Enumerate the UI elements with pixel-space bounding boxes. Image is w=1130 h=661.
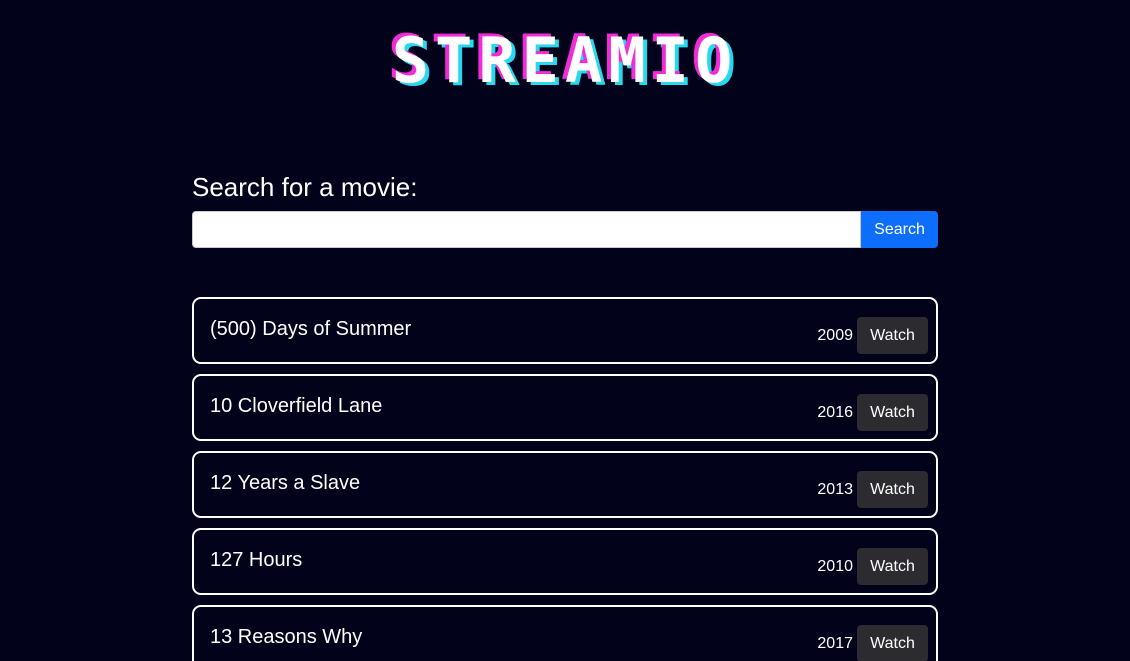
movie-title: 12 Years a Slave [210,472,361,494]
search-input[interactable] [192,211,861,248]
movie-card: 127 Hours 2010 Watch [192,528,938,595]
page: STREAMIO Search for a movie: Search (500… [0,0,1130,661]
movie-title: 10 Cloverfield Lane [210,395,383,417]
watch-button[interactable]: Watch [857,471,928,508]
watch-button[interactable]: Watch [857,394,928,431]
watch-button[interactable]: Watch [857,317,928,354]
movie-card: 12 Years a Slave 2013 Watch [192,451,938,518]
search-button[interactable]: Search [861,211,938,248]
movie-title: 13 Reasons Why [210,626,363,648]
search-section: Search for a movie: Search [192,170,938,248]
movie-card: 13 Reasons Why 2017 Watch [192,605,938,661]
movie-title: 127 Hours [210,549,303,571]
movie-title: (500) Days of Summer [210,318,412,340]
search-bar: Search [192,211,938,248]
search-heading: Search for a movie: [192,172,418,202]
watch-button[interactable]: Watch [857,625,928,661]
movie-card: (500) Days of Summer 2009 Watch [192,297,938,364]
movie-year: 2017 [817,635,853,652]
movie-card: 10 Cloverfield Lane 2016 Watch [192,374,938,441]
movie-year: 2010 [817,558,853,575]
movie-year: 2016 [817,404,853,421]
movie-year: 2013 [817,481,853,498]
movie-year: 2009 [817,327,853,344]
watch-button[interactable]: Watch [857,548,928,585]
streamio-logo: STREAMIO [391,24,739,97]
